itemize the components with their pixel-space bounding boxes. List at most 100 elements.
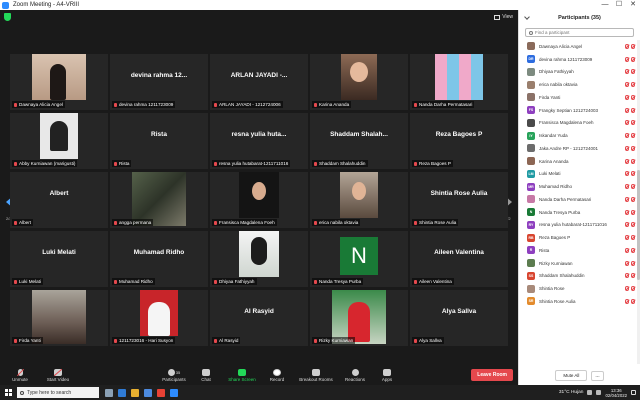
notifications-icon[interactable]	[631, 390, 636, 395]
participants-icon	[167, 368, 175, 376]
participant-list-item[interactable]: N Nanda Tresya Purba	[519, 206, 637, 219]
video-off-icon	[631, 222, 635, 228]
participant-list-item[interactable]: Dhiyaa Fathiyyah	[519, 66, 637, 79]
participant-list-item[interactable]: Karina Ananda	[519, 155, 637, 168]
view-label: View	[502, 14, 513, 20]
participant-list-item[interactable]: RY resna yulia hutabarat-1211711016	[519, 219, 637, 232]
participant-list-item[interactable]: Firda Yanti	[519, 91, 637, 104]
record-button[interactable]: Record	[268, 368, 286, 382]
participant-search[interactable]	[525, 28, 634, 37]
panel-header: Participants (35)	[519, 10, 640, 26]
participant-list-item[interactable]: SS Shaddam Shalahuddin	[519, 270, 637, 283]
file-explorer-icon[interactable]	[131, 388, 139, 397]
record-icon	[273, 368, 281, 376]
participant-list-item[interactable]: Shintia Rose	[519, 282, 637, 295]
participant-video-tile[interactable]: Muhamad Ridho Muhamad Ridho	[110, 231, 208, 287]
participant-list-item[interactable]: DR devina rahma 1211723009	[519, 53, 637, 66]
participant-list-item[interactable]: LM Luki Melati	[519, 168, 637, 181]
weather-widget[interactable]: 31°C Hujan	[559, 390, 584, 395]
close-button[interactable]: ✕	[626, 0, 640, 10]
participant-name-tag: Shintia Rose Aulia	[412, 219, 459, 226]
participant-video-tile[interactable]: Nanda Darha Permatasari	[410, 54, 508, 110]
network-icon[interactable]	[587, 390, 593, 395]
mic-muted-icon	[625, 69, 629, 75]
participant-display-name: ARLAN JAYADI -...	[230, 72, 288, 79]
participant-video-tile[interactable]: ARLAN JAYADI -... ARLAN JAYADI - 12127240…	[210, 54, 308, 110]
participant-video-tile[interactable]: Al Rasyid Al Rasyid	[210, 290, 308, 346]
volume-icon[interactable]	[596, 390, 602, 395]
participant-name-label: 1211723016 - Hari Susyon	[119, 338, 174, 343]
participants-button[interactable]: 35 Participants	[160, 368, 188, 382]
participant-video-tile[interactable]: Luki Melati Luki Melati	[10, 231, 108, 287]
apps-icon	[383, 368, 391, 376]
apps-label: Apps	[381, 376, 393, 382]
participant-video-tile[interactable]: Shaddam Shalah... Shaddam Shalahuddin	[310, 113, 408, 169]
avatar: RB	[527, 233, 535, 242]
participant-list-item[interactable]: SR Shintia Rose Aulia	[519, 295, 637, 308]
maximize-button[interactable]: ☐	[612, 0, 626, 10]
share-screen-button[interactable]: Share Screen	[228, 368, 256, 382]
participant-video-tile[interactable]: Alya Sallva Alya Sallva	[410, 290, 508, 346]
participant-name-tag: Abby Kurniawan (marigusti)	[12, 160, 78, 167]
participant-list-item[interactable]: Dawnaya Alicia Angel	[519, 40, 637, 53]
windows-start-icon[interactable]	[5, 389, 12, 396]
mute-all-button[interactable]: Mute All	[555, 370, 588, 381]
participant-video-tile[interactable]: Fransisca Magdalena Foeh	[210, 172, 308, 228]
participant-video-tile[interactable]: N Nanda Tresya Purba	[310, 231, 408, 287]
participant-video-tile[interactable]: 1211723016 - Hari Susyon	[110, 290, 208, 346]
participant-video-tile[interactable]: Rista Rista	[110, 113, 208, 169]
participant-video-tile[interactable]: Firda Yanti	[10, 290, 108, 346]
participant-name-label: Nanda Tresya Purba	[319, 279, 362, 284]
participant-video-tile[interactable]: Abby Kurniawan (marigusti)	[10, 113, 108, 169]
edge-browser-icon[interactable]	[118, 388, 126, 397]
participant-video-tile[interactable]: Albert Albert	[10, 172, 108, 228]
mic-muted-icon	[114, 338, 117, 343]
participant-list-item[interactable]: RB Reza Bagoes P	[519, 231, 637, 244]
participant-video-tile[interactable]: Rizky Kurniawan	[310, 290, 408, 346]
chrome-icon[interactable]	[157, 388, 165, 397]
chat-button[interactable]: Chat	[198, 368, 214, 382]
view-button[interactable]: View	[494, 14, 513, 20]
security-shield-icon[interactable]	[4, 13, 11, 21]
participant-video-tile[interactable]: resna yulia huta... resna yulia hutabarat…	[210, 113, 308, 169]
start-video-button[interactable]: Start Video	[44, 368, 72, 382]
participant-list-item[interactable]: Fransisca Magdalena Foeh	[519, 117, 637, 130]
participant-video-tile[interactable]: Aileen Valentina Aileen Valentina	[410, 231, 508, 287]
participant-list-item[interactable]: erica nabila oktavia	[519, 78, 637, 91]
minimize-button[interactable]: —	[598, 0, 612, 10]
participant-video-image	[341, 54, 377, 100]
participant-video-tile[interactable]: Dhiyaa Fathiyyah	[210, 231, 308, 287]
participant-list-item[interactable]: Nanda Darha Permatasari	[519, 193, 637, 206]
avatar: FS	[527, 106, 535, 115]
clock[interactable]: 13:36 02/04/2022	[605, 388, 627, 398]
participant-video-tile[interactable]: erica nabila oktavia	[310, 172, 408, 228]
store-icon[interactable]	[144, 388, 152, 397]
participant-search-input[interactable]	[535, 30, 630, 35]
participant-video-tile[interactable]: Reza Bagoes P Reza Bagoes P	[410, 113, 508, 169]
leave-room-button[interactable]: Leave Room	[471, 369, 513, 381]
participant-video-tile[interactable]: devina rahma 12... devina rahma 121172300…	[110, 54, 208, 110]
breakout-rooms-button[interactable]: Breakout Rooms	[298, 368, 334, 382]
participant-list-item[interactable]: FS Frangky Septian 1212724003	[519, 104, 637, 117]
participant-video-tile[interactable]: angga permana	[110, 172, 208, 228]
more-options-button[interactable]: ...	[591, 370, 604, 381]
participant-video-tile[interactable]: Shintia Rose Aulia Shintia Rose Aulia	[410, 172, 508, 228]
mic-muted-icon	[625, 209, 629, 215]
task-view-icon[interactable]	[105, 388, 113, 397]
participant-list-item[interactable]: R Rista	[519, 244, 637, 257]
participant-list-item[interactable]: IY Iskandar Yuda	[519, 129, 637, 142]
participant-video-tile[interactable]: Dawnaya Alicia Angel	[10, 54, 108, 110]
participant-list-item[interactable]: Rizky Kurniawan	[519, 257, 637, 270]
taskbar-search[interactable]: Type here to search	[17, 387, 99, 398]
participant-video-image	[40, 113, 78, 159]
participant-list-item[interactable]: MR Muhamad Ridho	[519, 180, 637, 193]
participant-name-tag: Shaddam Shalahuddin	[312, 160, 368, 167]
participant-video-tile[interactable]: Karina Ananda	[310, 54, 408, 110]
participant-list-item[interactable]: Jaka Andre RP - 1212724001	[519, 142, 637, 155]
reactions-button[interactable]: Reactions	[344, 368, 366, 382]
participant-status-icons	[625, 286, 635, 292]
apps-button[interactable]: Apps	[380, 368, 394, 382]
zoom-taskbar-icon[interactable]	[170, 388, 178, 397]
unmute-button[interactable]: Unmute	[10, 368, 30, 382]
participant-status-icons	[625, 171, 635, 177]
